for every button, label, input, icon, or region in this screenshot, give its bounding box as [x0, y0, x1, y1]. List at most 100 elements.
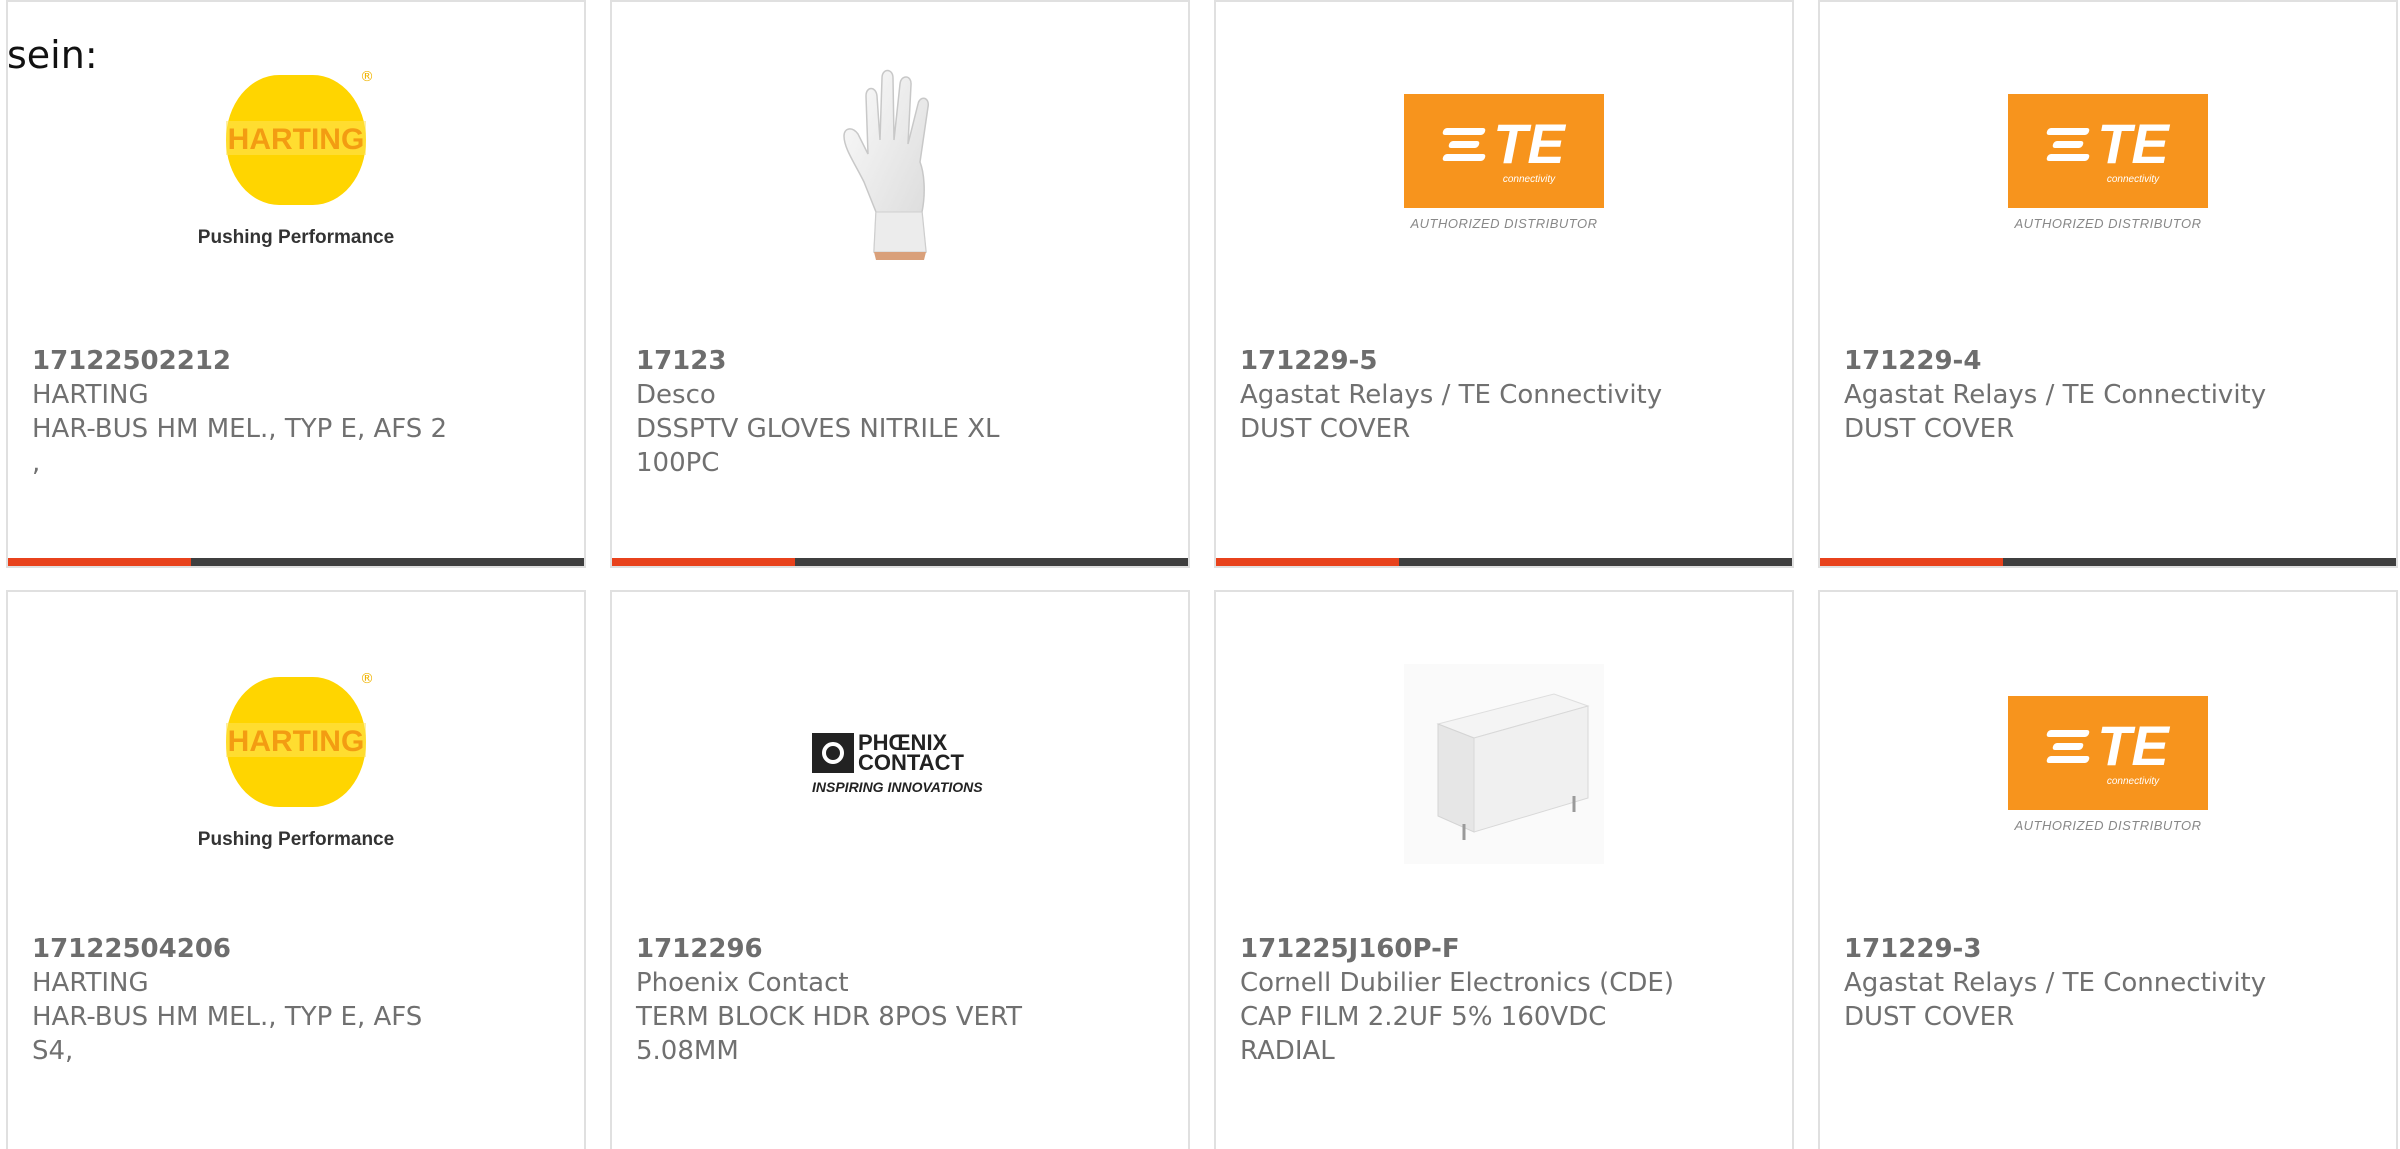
- te-connectivity-logo: TE connectivity AUTHORIZED DISTRIBUTOR: [2008, 93, 2208, 231]
- card-accent-bar: [612, 558, 795, 566]
- manufacturer: HARTING: [32, 380, 149, 410]
- description-line: RADIAL: [1240, 1036, 1335, 1066]
- te-logo-text: TE: [1493, 112, 1565, 175]
- description-line: CAP FILM 2.2UF 5% 160VDC: [1240, 1002, 1607, 1032]
- te-logo-box: TE connectivity: [1404, 93, 1604, 208]
- phoenix-logo-text: PHŒNIX CONTACT: [858, 730, 964, 775]
- glove-photo: [843, 69, 929, 260]
- manufacturer: Cornell Dubilier Electronics (CDE): [1240, 968, 1674, 998]
- te-logo-tagline: AUTHORIZED DISTRIBUTOR: [1410, 215, 1598, 231]
- product-card[interactable]: HARTING ® Pushing Performance 1712250221…: [6, 0, 586, 568]
- card-bottom-bar: [8, 558, 584, 566]
- part-number-link[interactable]: 171229-4: [1844, 344, 2372, 378]
- description: DUST COVER: [1240, 412, 1670, 446]
- te-logo-text: TE: [2097, 714, 2169, 777]
- product-card[interactable]: TE connectivity AUTHORIZED DISTRIBUTOR 1…: [1818, 0, 2398, 568]
- te-logo-sub: connectivity: [2106, 776, 2160, 787]
- harting-logo-tagline: Pushing Performance: [197, 227, 395, 248]
- description-line: ,: [32, 448, 41, 478]
- description-line: S4,: [32, 1036, 74, 1066]
- registered-mark-icon: ®: [359, 69, 374, 85]
- te-lines-icon: [1442, 125, 1487, 164]
- part-number-link[interactable]: 17123: [636, 344, 1164, 378]
- description-line: 5.08MM: [636, 1036, 739, 1066]
- description-line: 100PC: [636, 448, 720, 478]
- te-lines-icon: [2046, 125, 2091, 164]
- card-accent-bar: [1216, 558, 1399, 566]
- te-connectivity-logo: TE connectivity AUTHORIZED DISTRIBUTOR: [2008, 695, 2208, 833]
- te-logo-sub: connectivity: [2106, 174, 2160, 185]
- product-image[interactable]: TE connectivity AUTHORIZED DISTRIBUTOR: [1820, 644, 2396, 884]
- product-image[interactable]: HARTING ® Pushing Performance: [8, 644, 584, 884]
- product-card[interactable]: TE connectivity AUTHORIZED DISTRIBUTOR 1…: [1818, 590, 2398, 1149]
- te-logo-mark: TE: [1442, 112, 1565, 175]
- phoenix-logo-top: PHŒNIX CONTACT: [812, 730, 988, 775]
- product-image[interactable]: PHŒNIX CONTACT INSPIRING INNOVATIONS: [612, 644, 1188, 884]
- te-connectivity-logo: TE connectivity AUTHORIZED DISTRIBUTOR: [1404, 93, 1604, 231]
- card-bottom-bar: [612, 558, 1188, 566]
- product-info: 171225J160P-F Cornell Dubilier Electroni…: [1240, 932, 1768, 1068]
- manufacturer: Agastat Relays / TE Connectivity: [1844, 380, 2267, 410]
- product-info: 1712296 Phoenix Contact TERM BLOCK HDR 8…: [636, 932, 1164, 1068]
- description-line: DSSPTV GLOVES NITRILE XL: [636, 414, 1000, 444]
- part-number-link[interactable]: 17122502212: [32, 344, 560, 378]
- product-info: 171229-3 Agastat Relays / TE Connectivit…: [1844, 932, 2372, 1034]
- harting-logo: HARTING ® Pushing Performance: [197, 671, 395, 851]
- te-logo-mark: TE: [2046, 112, 2169, 175]
- description-line: HAR-BUS HM MEL., TYP E, AFS 2: [32, 414, 448, 444]
- product-info: 17123 Desco DSSPTV GLOVES NITRILE XL 100…: [636, 344, 1164, 480]
- manufacturer: Agastat Relays / TE Connectivity: [1844, 968, 2267, 998]
- part-number-link[interactable]: 171229-3: [1844, 932, 2372, 966]
- product-info: 17122504206 HARTING HAR-BUS HM MEL., TYP…: [32, 932, 560, 1068]
- product-image[interactable]: [1216, 644, 1792, 884]
- te-lines-icon: [2046, 727, 2091, 766]
- description: DUST COVER: [1844, 412, 2274, 446]
- te-logo-text: TE: [2097, 112, 2169, 175]
- manufacturer: HARTING: [32, 968, 149, 998]
- product-card[interactable]: HARTING ® Pushing Performance 1712250420…: [6, 590, 586, 1149]
- product-image[interactable]: TE connectivity AUTHORIZED DISTRIBUTOR: [1216, 42, 1792, 282]
- phoenix-contact-logo: PHŒNIX CONTACT INSPIRING INNOVATIONS: [812, 730, 988, 795]
- te-logo-box: TE connectivity: [2008, 695, 2208, 810]
- card-accent-bar: [1820, 558, 2003, 566]
- part-number-link[interactable]: 17122504206: [32, 932, 560, 966]
- registered-mark-icon: ®: [359, 671, 374, 687]
- harting-logo-shape: HARTING ®: [225, 69, 374, 205]
- part-number-link[interactable]: 171229-5: [1240, 344, 1768, 378]
- product-card[interactable]: PHŒNIX CONTACT INSPIRING INNOVATIONS 171…: [610, 590, 1190, 1149]
- card-accent-bar: [8, 558, 191, 566]
- description: CAP FILM 2.2UF 5% 160VDC RADIAL: [1240, 1000, 1670, 1068]
- description-line: HAR-BUS HM MEL., TYP E, AFS: [32, 1002, 423, 1032]
- description-line: TERM BLOCK HDR 8POS VERT: [636, 1002, 1023, 1032]
- description: HAR-BUS HM MEL., TYP E, AFS S4,: [32, 1000, 462, 1068]
- product-image[interactable]: [612, 42, 1188, 282]
- harting-logo-tagline: Pushing Performance: [197, 829, 395, 850]
- intro-text: sein:: [7, 33, 98, 77]
- capacitor-photo: [1404, 664, 1604, 864]
- product-card[interactable]: 17123 Desco DSSPTV GLOVES NITRILE XL 100…: [610, 0, 1190, 568]
- phoenix-mark-icon: [812, 733, 854, 773]
- harting-logo-text: HARTING: [227, 123, 365, 156]
- description-line: DUST COVER: [1844, 1002, 2015, 1032]
- manufacturer: Agastat Relays / TE Connectivity: [1240, 380, 1663, 410]
- product-card[interactable]: TE connectivity AUTHORIZED DISTRIBUTOR 1…: [1214, 0, 1794, 568]
- part-number-link[interactable]: 171225J160P-F: [1240, 932, 1768, 966]
- card-bottom-bar: [1216, 558, 1792, 566]
- product-grid: HARTING ® Pushing Performance 1712250221…: [6, 0, 2400, 1149]
- description-line: DUST COVER: [1240, 414, 1411, 444]
- card-bottom-bar: [1820, 558, 2396, 566]
- te-logo-tagline: AUTHORIZED DISTRIBUTOR: [2014, 817, 2202, 833]
- harting-logo-shape: HARTING ®: [225, 671, 374, 807]
- manufacturer: Phoenix Contact: [636, 968, 849, 998]
- manufacturer: Desco: [636, 380, 716, 410]
- te-logo-sub: connectivity: [1502, 174, 1556, 185]
- part-number-link[interactable]: 1712296: [636, 932, 1164, 966]
- product-info: 17122502212 HARTING HAR-BUS HM MEL., TYP…: [32, 344, 560, 480]
- product-info: 171229-4 Agastat Relays / TE Connectivit…: [1844, 344, 2372, 446]
- description: TERM BLOCK HDR 8POS VERT 5.08MM: [636, 1000, 1066, 1068]
- description: DSSPTV GLOVES NITRILE XL 100PC: [636, 412, 1066, 480]
- product-info: 171229-5 Agastat Relays / TE Connectivit…: [1240, 344, 1768, 446]
- harting-logo: HARTING ® Pushing Performance: [197, 69, 395, 249]
- product-card[interactable]: 171225J160P-F Cornell Dubilier Electroni…: [1214, 590, 1794, 1149]
- product-image[interactable]: TE connectivity AUTHORIZED DISTRIBUTOR: [1820, 42, 2396, 282]
